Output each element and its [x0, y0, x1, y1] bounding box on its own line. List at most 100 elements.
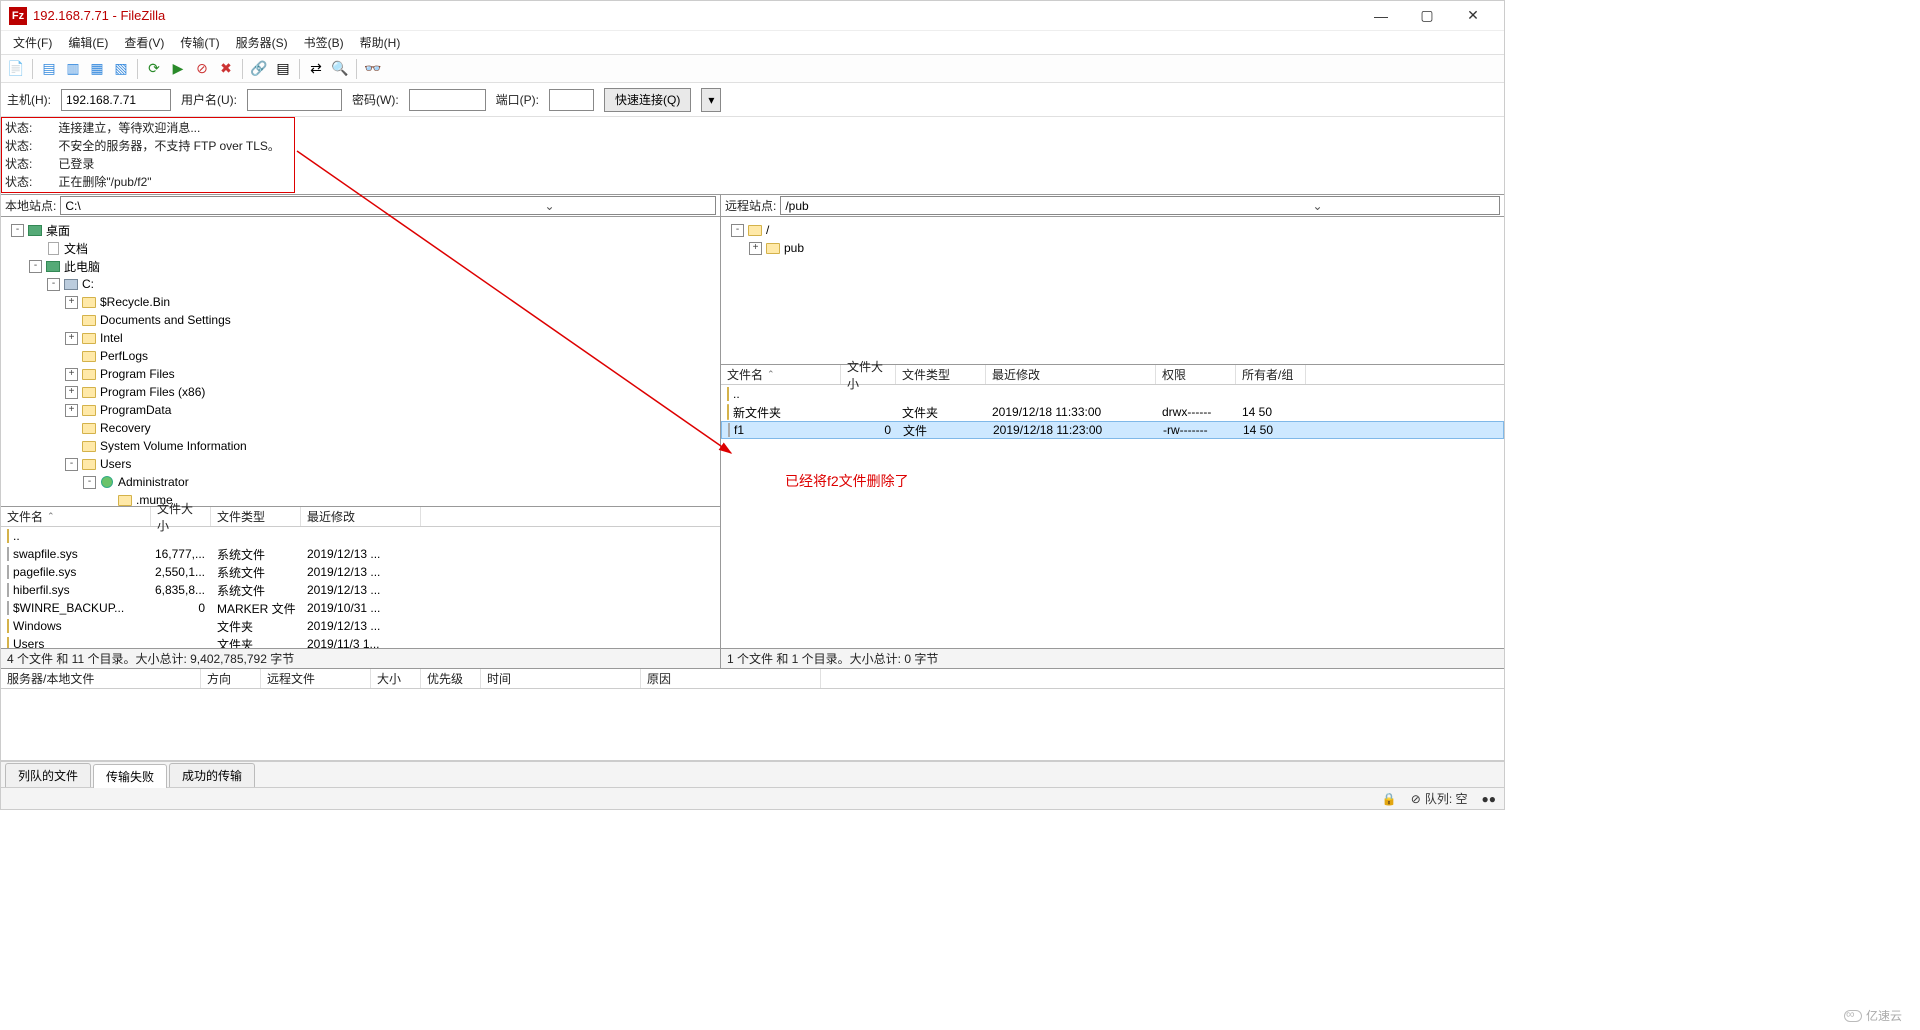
filter-icon[interactable]: ▤	[272, 58, 294, 80]
expand-icon[interactable]: -	[47, 278, 60, 291]
host-input[interactable]	[61, 89, 171, 111]
tree-item[interactable]: +Program Files	[3, 365, 718, 383]
expand-icon[interactable]: -	[731, 224, 744, 237]
close-button[interactable]: ✕	[1450, 2, 1496, 30]
tree-item[interactable]: +$Recycle.Bin	[3, 293, 718, 311]
minimize-button[interactable]: —	[1358, 2, 1404, 30]
remote-path-input[interactable]: /pub⌄	[780, 196, 1500, 215]
file-row[interactable]: hiberfil.sys6,835,8...系统文件2019/12/13 ...	[1, 581, 720, 599]
file-row[interactable]: Users文件夹2019/11/3 1...	[1, 635, 720, 648]
expand-icon[interactable]: +	[65, 368, 78, 381]
layout4-icon[interactable]: ▧	[110, 58, 132, 80]
expand-icon[interactable]	[65, 314, 78, 327]
menu-view[interactable]: 查看(V)	[116, 32, 172, 53]
remote-filelist[interactable]: 文件名⌃文件大小文件类型最近修改权限所有者/组 ..新文件夹文件夹2019/12…	[721, 365, 1504, 648]
menu-edit[interactable]: 编辑(E)	[60, 32, 116, 53]
tab-queued[interactable]: 列队的文件	[5, 763, 91, 787]
refresh-icon[interactable]: ⟳	[143, 58, 165, 80]
expand-icon[interactable]: +	[65, 296, 78, 309]
local-filelist[interactable]: 文件名⌃文件大小文件类型最近修改 ..swapfile.sys16,777,..…	[1, 507, 720, 648]
column-header[interactable]: 文件大小	[841, 365, 896, 384]
quickconnect-dropdown[interactable]: ▾	[701, 88, 721, 112]
column-header[interactable]: 远程文件	[261, 669, 371, 688]
layout1-icon[interactable]: ▤	[38, 58, 60, 80]
log-pane[interactable]: 状态: 连接建立，等待欢迎消息... 状态: 不安全的服务器，不支持 FTP o…	[1, 117, 1504, 195]
tree-item[interactable]: System Volume Information	[3, 437, 718, 455]
tree-item[interactable]: -/	[723, 221, 1502, 239]
tree-item[interactable]: -Users	[3, 455, 718, 473]
disconnect-icon[interactable]: ✖	[215, 58, 237, 80]
menu-transfer[interactable]: 传输(T)	[172, 32, 227, 53]
column-header[interactable]: 文件类型	[211, 507, 301, 526]
tree-item[interactable]: +ProgramData	[3, 401, 718, 419]
site-manager-icon[interactable]: 📄	[5, 58, 27, 80]
column-header[interactable]: 权限	[1156, 365, 1236, 384]
tree-item[interactable]: 文档	[3, 239, 718, 257]
tree-item[interactable]: PerfLogs	[3, 347, 718, 365]
expand-icon[interactable]	[65, 440, 78, 453]
tree-item[interactable]: +Intel	[3, 329, 718, 347]
expand-icon[interactable]: -	[29, 260, 42, 273]
tab-success[interactable]: 成功的传输	[169, 763, 255, 787]
file-row[interactable]: pagefile.sys2,550,1...系统文件2019/12/13 ...	[1, 563, 720, 581]
column-header[interactable]: 文件大小	[151, 507, 211, 526]
tree-item[interactable]: +Program Files (x86)	[3, 383, 718, 401]
expand-icon[interactable]	[65, 422, 78, 435]
expand-icon[interactable]: +	[65, 332, 78, 345]
file-row[interactable]: ..	[721, 385, 1504, 403]
column-header[interactable]: 服务器/本地文件	[1, 669, 201, 688]
remote-tree[interactable]: -/+pub	[721, 217, 1504, 365]
column-header[interactable]: 方向	[201, 669, 261, 688]
expand-icon[interactable]: +	[65, 404, 78, 417]
expand-icon[interactable]	[101, 494, 114, 507]
maximize-button[interactable]: ▢	[1404, 2, 1450, 30]
column-header[interactable]: 原因	[641, 669, 821, 688]
expand-icon[interactable]	[29, 242, 42, 255]
expand-icon[interactable]: -	[83, 476, 96, 489]
column-header[interactable]: 时间	[481, 669, 641, 688]
tree-item[interactable]: Documents and Settings	[3, 311, 718, 329]
expand-icon[interactable]: +	[65, 386, 78, 399]
column-header[interactable]: 文件类型	[896, 365, 986, 384]
menu-bookmarks[interactable]: 书签(B)	[296, 32, 352, 53]
column-header[interactable]: 最近修改	[301, 507, 421, 526]
column-header[interactable]: 文件名⌃	[1, 507, 151, 526]
tree-item[interactable]: -C:	[3, 275, 718, 293]
expand-icon[interactable]: -	[65, 458, 78, 471]
layout3-icon[interactable]: ▦	[86, 58, 108, 80]
transfer-queue[interactable]: 服务器/本地文件方向远程文件大小优先级时间原因	[1, 669, 1504, 761]
local-tree[interactable]: -桌面文档-此电脑-C:+$Recycle.BinDocuments and S…	[1, 217, 720, 507]
column-header[interactable]: 最近修改	[986, 365, 1156, 384]
local-path-input[interactable]: C:\⌄	[60, 196, 716, 215]
column-header[interactable]: 大小	[371, 669, 421, 688]
file-row[interactable]: $WINRE_BACKUP...0MARKER 文件2019/10/31 ...	[1, 599, 720, 617]
lock-icon[interactable]: 🔒	[1382, 792, 1397, 806]
tree-item[interactable]: -桌面	[3, 221, 718, 239]
search-icon[interactable]: 🔍	[329, 58, 351, 80]
process-queue-icon[interactable]: ▶	[167, 58, 189, 80]
cancel-icon[interactable]: ⊘	[191, 58, 213, 80]
expand-icon[interactable]	[65, 350, 78, 363]
file-row[interactable]: 新文件夹文件夹2019/12/18 11:33:00drwx------14 5…	[721, 403, 1504, 421]
menu-file[interactable]: 文件(F)	[5, 32, 60, 53]
file-row[interactable]: f10文件2019/12/18 11:23:00-rw-------14 50	[721, 421, 1504, 439]
username-input[interactable]	[247, 89, 342, 111]
column-header[interactable]: 所有者/组	[1236, 365, 1306, 384]
column-header[interactable]: 文件名⌃	[721, 365, 841, 384]
tree-item[interactable]: -此电脑	[3, 257, 718, 275]
binoculars-icon[interactable]: 👓	[362, 58, 384, 80]
expand-icon[interactable]: -	[11, 224, 24, 237]
reconnect-icon[interactable]: 🔗	[248, 58, 270, 80]
layout2-icon[interactable]: ▥	[62, 58, 84, 80]
expand-icon[interactable]: +	[749, 242, 762, 255]
file-row[interactable]: swapfile.sys16,777,...系统文件2019/12/13 ...	[1, 545, 720, 563]
tree-item[interactable]: +pub	[723, 239, 1502, 257]
compare-icon[interactable]: ⇄	[305, 58, 327, 80]
column-header[interactable]: 优先级	[421, 669, 481, 688]
file-row[interactable]: Windows文件夹2019/12/13 ...	[1, 617, 720, 635]
tab-failed[interactable]: 传输失败	[93, 764, 167, 788]
menu-server[interactable]: 服务器(S)	[228, 32, 296, 53]
file-row[interactable]: ..	[1, 527, 720, 545]
tree-item[interactable]: .mume	[3, 491, 718, 507]
quickconnect-button[interactable]: 快速连接(Q)	[604, 88, 691, 112]
